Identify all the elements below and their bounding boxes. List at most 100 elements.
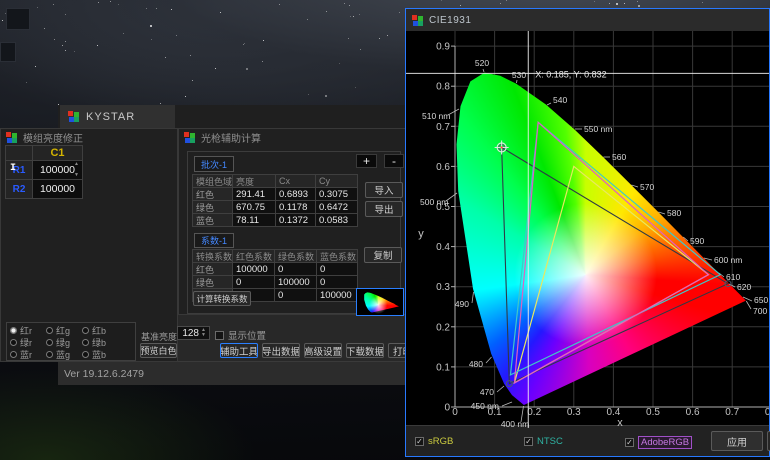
import-button[interactable]: 导入: [365, 182, 403, 198]
gamut-header: 模组色域: [192, 174, 233, 188]
corner-cell: [5, 145, 33, 161]
gamut-table: 模组色域 亮度 Cx Cy 红色 291.41 0.6893 0.3075 绿色…: [193, 175, 358, 227]
wavelength-label: 500 nm: [420, 197, 448, 207]
brightness-table: C1 I R1 100000 ▲▼ R2 100000: [6, 146, 83, 199]
coef-cell[interactable]: 0: [274, 262, 317, 276]
preview-white-button[interactable]: 预览白色: [140, 343, 177, 358]
wavelength-label: 700: [753, 306, 767, 316]
wavelength-label: 540: [553, 95, 567, 105]
r2-value-field[interactable]: 100000: [32, 179, 83, 199]
coef-cell[interactable]: 100000: [232, 262, 275, 276]
gamut-cell[interactable]: 0.6893: [275, 187, 316, 201]
coef-cell[interactable]: 0: [316, 262, 358, 276]
gamut-cell[interactable]: 0.6472: [315, 200, 358, 214]
wavelength-label: 510 nm: [422, 111, 450, 121]
star: [500, 3, 501, 4]
gamut-cell[interactable]: 670.75: [232, 200, 276, 214]
radio-green-r[interactable]: 绿r: [10, 336, 46, 348]
star: [65, 41, 66, 42]
base-luminance-spinner[interactable]: 128 ▲▼: [177, 326, 210, 340]
coef-row-label: 红色: [192, 262, 233, 276]
star: [54, 39, 55, 40]
radio-red-r[interactable]: 红r: [10, 324, 46, 336]
adobergb-checkbox[interactable]: ✓ AdobeRGB: [625, 436, 692, 449]
coef-cell[interactable]: 0: [232, 275, 275, 289]
cie1931-window: CIE1931 00.10.20.30.40.50.60.70.800.10.2…: [405, 8, 770, 457]
star: [35, 66, 36, 67]
r1-value-field[interactable]: 100000 ▲▼: [32, 160, 83, 180]
star: [246, 68, 248, 70]
coef-cell[interactable]: 100000: [274, 275, 317, 289]
star: [65, 50, 66, 51]
radio-blue-g[interactable]: 蓝g: [46, 348, 82, 360]
spinner-arrows-icon[interactable]: ▲▼: [200, 328, 207, 338]
radio-blue-b[interactable]: 蓝b: [82, 348, 122, 360]
checkbox-icon: [215, 331, 224, 340]
spinner-arrows-icon[interactable]: ▲▼: [73, 162, 80, 178]
apply-button[interactable]: 应用: [711, 431, 763, 451]
radio-green-b[interactable]: 绿b: [82, 336, 122, 348]
radio-red-b[interactable]: 红b: [82, 324, 122, 336]
aux-tools-button[interactable]: 辅助工具: [220, 343, 258, 358]
star: [359, 14, 360, 15]
star: [594, 1, 595, 2]
module-brightness-panel-title: 模组亮度修正: [1, 129, 177, 146]
radio-dot-icon: [10, 351, 17, 358]
gamut-triangle-模组色域: [502, 147, 728, 383]
star: [62, 45, 63, 46]
export-data-button[interactable]: 导出数据: [262, 343, 300, 358]
tab-batch-1[interactable]: 批次-1: [194, 156, 234, 172]
star: [637, 1, 638, 2]
add-batch-button[interactable]: +: [356, 154, 377, 168]
checkbox-icon: ✓: [524, 437, 533, 446]
gamut-cell[interactable]: 0.0583: [315, 213, 358, 227]
panel-logo-icon: [184, 132, 195, 143]
kystar-app-tab[interactable]: KYSTAR: [60, 105, 175, 128]
wavelength-label: 550 nm: [584, 124, 612, 134]
radio-green-g[interactable]: 绿g: [46, 336, 82, 348]
coef-cell[interactable]: 0: [316, 275, 358, 289]
gamut-triangle-sRGB: [514, 166, 708, 383]
radio-dot-icon: [82, 327, 89, 334]
gamut-cell[interactable]: 291.41: [232, 187, 276, 201]
star: [160, 103, 161, 104]
gamut-cell[interactable]: 0.3075: [315, 187, 358, 201]
radio-blue-r[interactable]: 蓝r: [10, 348, 46, 360]
star: [702, 2, 703, 3]
star: [638, 5, 640, 7]
coef-cell[interactable]: 100000: [316, 288, 358, 302]
star: [353, 16, 354, 17]
calc-coef-button[interactable]: 计算转换系数: [193, 291, 251, 306]
lightgun-calc-panel-title: 光枪辅助计算: [179, 129, 417, 146]
cie-plot-area[interactable]: 00.10.20.30.40.50.60.70.800.10.20.30.40.…: [406, 31, 769, 428]
star: [156, 8, 157, 9]
star: [176, 35, 177, 36]
ntsc-checkbox[interactable]: ✓ NTSC: [524, 436, 563, 447]
tab-coef-1[interactable]: 系数-1: [194, 233, 234, 248]
column-header-c1: C1: [32, 145, 83, 161]
kystar-logo-icon: [68, 111, 79, 122]
star: [220, 12, 221, 13]
version-text: Ver 19.12.6.2479: [64, 368, 144, 380]
star: [460, 5, 461, 6]
cie-thumbnail[interactable]: [356, 288, 404, 316]
gamut-row-label: 绿色: [192, 200, 233, 214]
cie-bottom-bar: ✓ sRGB ✓ NTSC ✓ AdobeRGB 应用: [406, 425, 769, 456]
cie-titlebar[interactable]: CIE1931: [406, 9, 769, 31]
gamut-cell[interactable]: 0.1178: [275, 200, 316, 214]
gamut-cell[interactable]: 78.11: [232, 213, 276, 227]
show-position-checkbox[interactable]: 显示位置: [215, 328, 266, 342]
download-data-button[interactable]: 下载数据: [346, 343, 384, 358]
wavelength-label: 450 nm: [471, 401, 499, 411]
gamut-cell[interactable]: 0.1372: [275, 213, 316, 227]
coef-cell[interactable]: 0: [274, 288, 317, 302]
remove-batch-button[interactable]: -: [384, 154, 404, 168]
radio-red-g[interactable]: 红g: [46, 324, 82, 336]
row-header-r2: R2: [5, 179, 33, 199]
advanced-settings-button[interactable]: 高级设置: [304, 343, 342, 358]
export-button[interactable]: 导出: [365, 201, 403, 217]
copy-button[interactable]: 复制: [364, 247, 402, 263]
srgb-checkbox[interactable]: ✓ sRGB: [415, 436, 453, 447]
cie-overlay-graphics: 400 nm450 nm470480490500 nm510 nm5205305…: [406, 31, 769, 428]
star: [350, 16, 351, 17]
